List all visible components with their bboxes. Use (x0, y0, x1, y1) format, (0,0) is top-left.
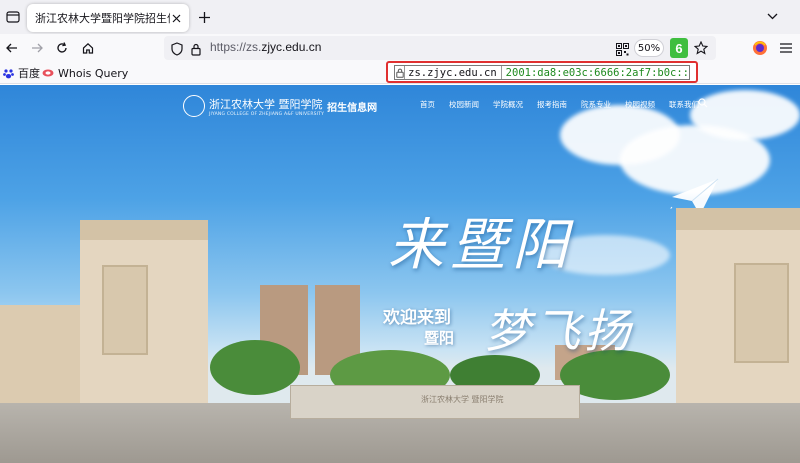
whois-icon (42, 69, 54, 77)
forward-arrow-icon (32, 43, 43, 53)
ip-address-highlight: zs.zjyc.edu.cn 2001:da8:e03c:6666:2af7:b… (386, 61, 698, 83)
active-tab[interactable]: 浙江农林大学暨阳学院招生信息网 (27, 4, 189, 32)
close-icon (172, 14, 180, 22)
url-prefix: https://zs. (210, 40, 262, 54)
firefox-icon (753, 41, 767, 55)
tree (210, 340, 300, 395)
logo-subtitle: 招生信息网 (327, 102, 378, 114)
reload-button[interactable] (52, 38, 72, 58)
menu-item-videos[interactable]: 校园视频 (625, 99, 655, 110)
menu-item-guide[interactable]: 报考指南 (537, 99, 567, 110)
tab-title: 浙江农林大学暨阳学院招生信息网 (35, 12, 170, 25)
name-stone: 浙江农林大学 暨阳学院 (290, 385, 580, 419)
ip-info-bar[interactable]: zs.zjyc.edu.cn 2001:da8:e03c:6666:2af7:b… (394, 65, 690, 80)
app-menu-button[interactable] (776, 38, 796, 58)
site-logo[interactable]: 浙江农林大学 暨阳学院 JIYANG COLLEGE OF ZHEJIANG A… (183, 95, 377, 117)
navigation-toolbar: https://zs.zjyc.edu.cn 50% 6 (0, 34, 800, 62)
back-button[interactable] (2, 38, 22, 58)
hamburger-menu-icon (780, 43, 792, 53)
stone-inscription: 浙江农林大学 暨阳学院 (421, 395, 504, 404)
search-icon[interactable] (698, 98, 708, 108)
bookmark-baidu[interactable]: 百度 (3, 65, 40, 81)
bookmark-whois-query[interactable]: Whois Query (42, 65, 128, 81)
shield-icon[interactable] (171, 41, 183, 60)
menu-item-contact[interactable]: 联系我们 (669, 99, 699, 110)
zoom-level-button[interactable]: 50% (634, 39, 664, 57)
tab-close-button[interactable] (167, 9, 185, 27)
hero-slogan: 梦飞扬 (484, 304, 634, 358)
site-menu: 首页 校园新闻 学院概况 报考指南 院系专业 校园视频 联系我们 (420, 99, 713, 110)
ip-address: 2001:da8:e03c:6666:2af7:b0c:: (500, 66, 689, 79)
firefox-view-button[interactable] (750, 38, 770, 58)
chevron-down-icon (767, 13, 777, 19)
ip-domain: zs.zjyc.edu.cn (404, 66, 501, 79)
menu-item-about[interactable]: 学院概况 (493, 99, 523, 110)
bookmark-star-icon[interactable] (693, 40, 709, 59)
tab-list-icon (6, 11, 20, 23)
baidu-paw-icon (3, 68, 14, 78)
lock-icon (395, 66, 404, 79)
forward-button[interactable] (27, 38, 47, 58)
logo-chinese-name: 浙江农林大学 暨阳学院 (209, 97, 323, 111)
url-host: zjyc.edu.cn (261, 40, 322, 54)
lock-icon[interactable] (191, 41, 201, 60)
reload-icon (57, 42, 67, 53)
home-icon (82, 42, 94, 54)
menu-item-home[interactable]: 首页 (420, 99, 435, 110)
logo-english-name: JIYANG COLLEGE OF ZHEJIANG A&F UNIVERSIT… (209, 111, 325, 117)
left-gate-wall (0, 305, 80, 415)
plus-icon (198, 11, 210, 23)
bookmark-label: 百度 (18, 67, 40, 80)
qr-code-icon[interactable] (616, 41, 629, 60)
hero-welcome-line: 欢迎来到 (383, 308, 451, 328)
tab-list-button[interactable] (2, 7, 24, 27)
extension-badge[interactable]: 6 (670, 38, 688, 58)
web-page: 浙江农林大学 暨阳学院 JIYANG COLLEGE OF ZHEJIANG A… (0, 85, 800, 463)
list-all-tabs-button[interactable] (764, 8, 780, 24)
site-header: 浙江农林大学 暨阳学院 JIYANG COLLEGE OF ZHEJIANG A… (0, 85, 800, 127)
college-seal-icon (183, 95, 205, 117)
bookmark-label: Whois Query (58, 66, 129, 80)
back-arrow-icon (6, 43, 17, 53)
right-gate-pillar (676, 208, 800, 418)
menu-item-news[interactable]: 校园新闻 (449, 99, 479, 110)
tab-strip: 浙江农林大学暨阳学院招生信息网 (0, 0, 800, 34)
hero-title: 来暨阳 (388, 213, 574, 278)
left-gate-pillar (80, 220, 208, 415)
url-text[interactable]: https://zs.zjyc.edu.cn (210, 40, 321, 54)
menu-item-majors[interactable]: 院系专业 (581, 99, 611, 110)
address-bar[interactable]: https://zs.zjyc.edu.cn 50% 6 (164, 36, 716, 60)
hero-campus-line: 暨阳 (424, 329, 455, 347)
new-tab-button[interactable] (194, 7, 214, 27)
home-button[interactable] (78, 38, 98, 58)
